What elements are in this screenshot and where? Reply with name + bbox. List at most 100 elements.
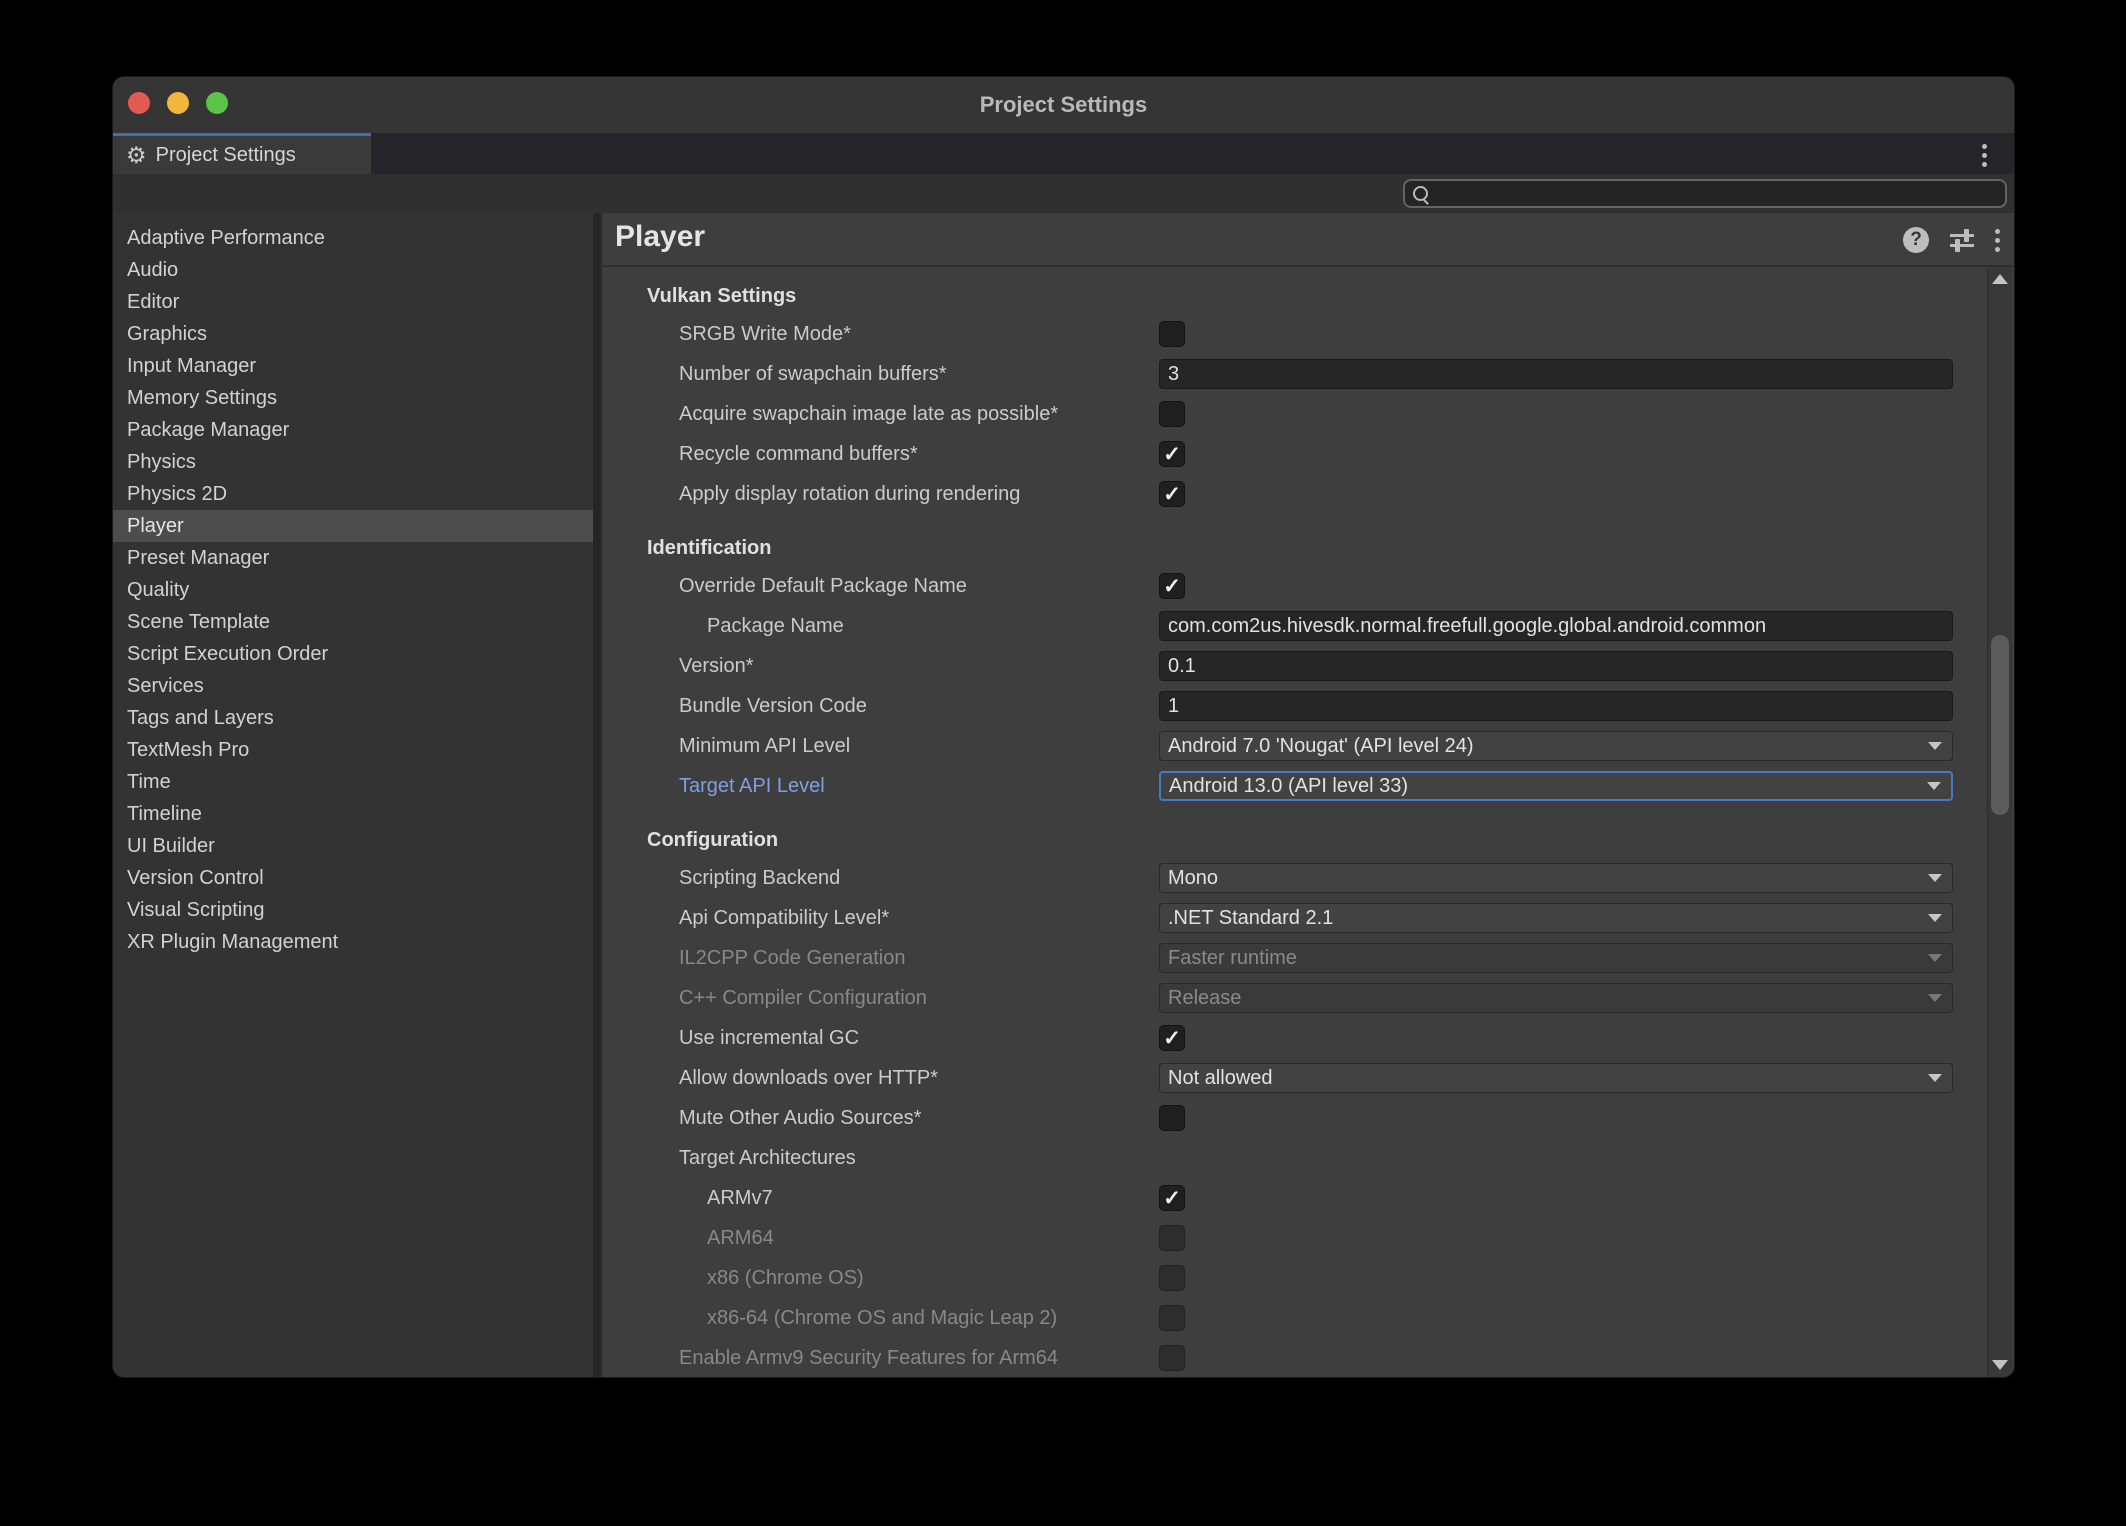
gear-icon: ⚙ [126, 144, 147, 167]
scrollbar-thumb[interactable] [1991, 635, 2009, 815]
sidebar-item-quality[interactable]: Quality [113, 574, 593, 606]
row-label-override-default-package-name: Override Default Package Name [600, 575, 967, 598]
panel-splitter[interactable] [593, 213, 600, 1377]
dropdown-value: Mono [1168, 867, 1928, 890]
settings-row-scripting-backend: Scripting Backend Mono [600, 858, 1988, 898]
sidebar-item-player[interactable]: Player [113, 510, 593, 542]
sidebar-item-textmesh-pro[interactable]: TextMesh Pro [113, 734, 593, 766]
armv7-checkbox[interactable]: ✓ [1159, 1185, 1185, 1211]
presets-icon[interactable] [1948, 227, 1976, 253]
override-default-package-name-checkbox[interactable]: ✓ [1159, 573, 1185, 599]
sidebar: Adaptive PerformanceAudioEditorGraphicsI… [113, 213, 593, 1377]
sidebar-item-services[interactable]: Services [113, 670, 593, 702]
settings-row-enable-armv9-security-features-for-arm64: Enable Armv9 Security Features for Arm64… [600, 1338, 1988, 1377]
scroll-down-arrow-icon[interactable] [1992, 1360, 2008, 1370]
search-input[interactable] [1403, 179, 2007, 208]
row-label-bundle-version-code: Bundle Version Code [600, 695, 867, 718]
x86-64-chrome-os-and-magic-leap-2-checkbox: ✓ [1159, 1305, 1185, 1331]
row-label-target-api-level: Target API Level [600, 775, 825, 798]
row-label-package-name: Package Name [600, 615, 844, 638]
tab-bar-menu-icon[interactable] [1982, 144, 1987, 167]
settings-row-override-default-package-name: Override Default Package Name ✓ [600, 566, 1988, 606]
settings-row-apply-display-rotation-during-rendering: Apply display rotation during rendering ✓ [600, 474, 1988, 514]
c-compiler-configuration-dropdown: Release [1159, 983, 1953, 1013]
header-menu-icon[interactable] [1995, 229, 2000, 252]
acquire-swapchain-image-late-as-possible-checkbox[interactable]: ✓ [1159, 401, 1185, 427]
tab-bar: ⚙ Project Settings [113, 133, 2014, 174]
target-api-level-dropdown[interactable]: Android 13.0 (API level 33) [1159, 771, 1953, 801]
sidebar-item-script-execution-order[interactable]: Script Execution Order [113, 638, 593, 670]
sidebar-item-input-manager[interactable]: Input Manager [113, 350, 593, 382]
minimum-api-level-dropdown[interactable]: Android 7.0 'Nougat' (API level 24) [1159, 731, 1953, 761]
settings-row-x86-64-chrome-os-and-magic-leap-2: x86-64 (Chrome OS and Magic Leap 2) ✓ [600, 1298, 1988, 1338]
sidebar-item-version-control[interactable]: Version Control [113, 862, 593, 894]
row-label-use-incremental-gc: Use incremental GC [600, 1027, 859, 1050]
dropdown-arrow-icon [1928, 954, 1942, 962]
row-label-il2cpp-code-generation: IL2CPP Code Generation [600, 947, 905, 970]
row-label-version: Version* [600, 655, 754, 678]
sidebar-item-ui-builder[interactable]: UI Builder [113, 830, 593, 862]
row-label-recycle-command-buffers: Recycle command buffers* [600, 443, 918, 466]
api-compatibility-level-dropdown[interactable]: .NET Standard 2.1 [1159, 903, 1953, 933]
sidebar-item-preset-manager[interactable]: Preset Manager [113, 542, 593, 574]
settings-row-x86-chrome-os: x86 (Chrome OS)✓ [600, 1258, 1988, 1298]
sidebar-item-audio[interactable]: Audio [113, 254, 593, 286]
sidebar-item-visual-scripting[interactable]: Visual Scripting [113, 894, 593, 926]
dropdown-arrow-icon [1928, 914, 1942, 922]
sidebar-item-physics[interactable]: Physics [113, 446, 593, 478]
x86-chrome-os-checkbox: ✓ [1159, 1265, 1185, 1291]
allow-downloads-over-http-dropdown[interactable]: Not allowed [1159, 1063, 1953, 1093]
package-name-field[interactable]: com.com2us.hivesdk.normal.freefull.googl… [1159, 611, 1953, 641]
row-label-api-compatibility-level: Api Compatibility Level* [600, 907, 889, 930]
window-title: Project Settings [113, 77, 2014, 133]
sidebar-item-scene-template[interactable]: Scene Template [113, 606, 593, 638]
row-label-x86-64-chrome-os-and-magic-leap-2: x86-64 (Chrome OS and Magic Leap 2) [600, 1307, 1057, 1330]
dropdown-value: Not allowed [1168, 1067, 1928, 1090]
titlebar[interactable]: Project Settings [113, 77, 2014, 133]
arm64-checkbox: ✓ [1159, 1225, 1185, 1251]
row-label-apply-display-rotation-during-rendering: Apply display rotation during rendering [600, 483, 1020, 506]
dropdown-arrow-icon [1928, 742, 1942, 750]
sidebar-item-adaptive-performance[interactable]: Adaptive Performance [113, 222, 593, 254]
project-settings-window: Project Settings ⚙ Project Settings Adap… [113, 77, 2014, 1377]
dropdown-arrow-icon [1928, 874, 1942, 882]
use-incremental-gc-checkbox[interactable]: ✓ [1159, 1025, 1185, 1051]
page-title: Player [615, 220, 705, 254]
tab-project-settings[interactable]: ⚙ Project Settings [113, 133, 371, 174]
header-icons: ? [1903, 227, 2000, 253]
enable-armv9-security-features-for-arm64-checkbox: ✓ [1159, 1345, 1185, 1371]
sidebar-item-time[interactable]: Time [113, 766, 593, 798]
checkmark-icon: ✓ [1163, 1028, 1181, 1049]
section-header-identification: Identification [600, 530, 1988, 566]
sidebar-item-timeline[interactable]: Timeline [113, 798, 593, 830]
sidebar-item-graphics[interactable]: Graphics [113, 318, 593, 350]
help-icon[interactable]: ? [1903, 227, 1929, 253]
field-value: 0.1 [1168, 655, 1196, 678]
recycle-command-buffers-checkbox[interactable]: ✓ [1159, 441, 1185, 467]
apply-display-rotation-during-rendering-checkbox[interactable]: ✓ [1159, 481, 1185, 507]
srgb-write-mode-checkbox[interactable]: ✓ [1159, 321, 1185, 347]
row-label-scripting-backend: Scripting Backend [600, 867, 840, 890]
vertical-scrollbar[interactable] [1987, 267, 2012, 1377]
version-field[interactable]: 0.1 [1159, 651, 1953, 681]
sidebar-item-package-manager[interactable]: Package Manager [113, 414, 593, 446]
row-label-enable-armv9-security-features-for-arm64: Enable Armv9 Security Features for Arm64 [600, 1347, 1058, 1370]
sidebar-item-editor[interactable]: Editor [113, 286, 593, 318]
sidebar-item-memory-settings[interactable]: Memory Settings [113, 382, 593, 414]
sidebar-item-xr-plugin-management[interactable]: XR Plugin Management [113, 926, 593, 958]
settings-row-recycle-command-buffers: Recycle command buffers* ✓ [600, 434, 1988, 474]
scripting-backend-dropdown[interactable]: Mono [1159, 863, 1953, 893]
dropdown-value: .NET Standard 2.1 [1168, 907, 1928, 930]
dropdown-arrow-icon [1927, 782, 1941, 790]
bundle-version-code-field[interactable]: 1 [1159, 691, 1953, 721]
mute-other-audio-sources-checkbox[interactable]: ✓ [1159, 1105, 1185, 1131]
scroll-up-arrow-icon[interactable] [1992, 274, 2008, 284]
dropdown-arrow-icon [1928, 1074, 1942, 1082]
sidebar-item-physics-2d[interactable]: Physics 2D [113, 478, 593, 510]
row-label-arm64: ARM64 [600, 1227, 774, 1250]
row-label-number-of-swapchain-buffers: Number of swapchain buffers* [600, 363, 947, 386]
dropdown-arrow-icon [1928, 994, 1942, 1002]
number-of-swapchain-buffers-field[interactable]: 3 [1159, 359, 1953, 389]
settings-row-srgb-write-mode: SRGB Write Mode*✓ [600, 314, 1988, 354]
sidebar-item-tags-and-layers[interactable]: Tags and Layers [113, 702, 593, 734]
